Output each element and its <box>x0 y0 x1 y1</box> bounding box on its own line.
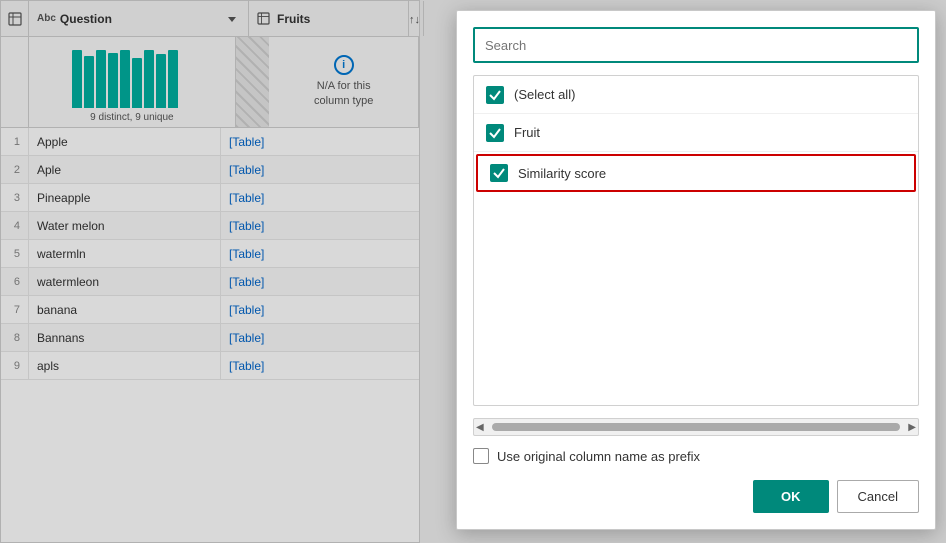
select-all-label: (Select all) <box>514 87 575 102</box>
checkbox-fruit[interactable] <box>486 124 504 142</box>
checkbox-select-all[interactable] <box>486 86 504 104</box>
fruit-label: Fruit <box>514 125 540 140</box>
dialog: (Select all) Fruit Similarity score <box>456 10 936 530</box>
use-prefix-row: Use original column name as prefix <box>473 448 919 464</box>
use-prefix-label: Use original column name as prefix <box>497 449 700 464</box>
checkbox-list: (Select all) Fruit Similarity score <box>473 75 919 406</box>
scroll-left-arrow[interactable]: ◀ <box>476 422 484 433</box>
checkbox-item-select-all[interactable]: (Select all) <box>474 76 918 114</box>
scroll-thumb[interactable] <box>492 423 900 431</box>
ok-button[interactable]: OK <box>753 480 829 513</box>
dialog-buttons: OK Cancel <box>473 480 919 513</box>
checkbox-item-similarity[interactable]: Similarity score <box>476 154 916 192</box>
checkmark-icon <box>489 89 501 101</box>
use-prefix-checkbox[interactable] <box>473 448 489 464</box>
checkbox-similarity[interactable] <box>490 164 508 182</box>
cancel-button[interactable]: Cancel <box>837 480 919 513</box>
main-container: Abc Question Fruits ↑↓ <box>0 0 946 543</box>
checkmark-icon-similarity <box>493 167 505 179</box>
checkmark-icon-fruit <box>489 127 501 139</box>
checkbox-item-fruit[interactable]: Fruit <box>474 114 918 152</box>
scroll-right-arrow[interactable]: ▶ <box>908 422 916 433</box>
search-wrapper <box>473 27 919 63</box>
similarity-label: Similarity score <box>518 166 606 181</box>
search-input[interactable] <box>473 27 919 63</box>
dialog-overlay: (Select all) Fruit Similarity score <box>0 0 946 543</box>
horizontal-scrollbar[interactable]: ◀ ▶ <box>473 418 919 436</box>
